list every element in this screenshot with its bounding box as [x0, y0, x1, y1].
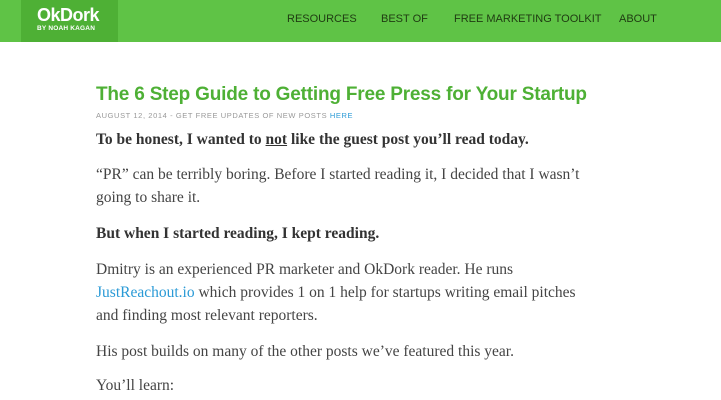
nav-item-free-marketing-toolkit[interactable]: FREE MARKETING TOOLKIT — [454, 12, 602, 26]
nav-item-about[interactable]: ABOUT — [619, 12, 657, 26]
updates-text: GET FREE UPDATES OF NEW POSTS — [175, 111, 330, 120]
header-bar: OkDork BY NOAH KAGAN RESOURCES BEST OF F… — [0, 0, 721, 42]
updates-link[interactable]: HERE — [330, 111, 353, 120]
paragraph-builds-on: His post builds on many of the other pos… — [96, 343, 514, 360]
intro-paragraph: To be honest, I wanted to not like the g… — [96, 128, 616, 151]
dmitry-line-3: and finding most relevant reporters. — [96, 307, 318, 324]
pr-line-2: going to share it. — [96, 189, 201, 206]
nav-item-resources[interactable]: RESOURCES — [287, 12, 357, 26]
paragraph-kept-reading: But when I started reading, I kept readi… — [96, 225, 380, 242]
article-meta: AUGUST 12, 2014 - GET FREE UPDATES OF NE… — [96, 111, 353, 121]
intro-text-start: To be honest, I wanted to — [96, 131, 266, 148]
main-nav: RESOURCES BEST OF FREE MARKETING TOOLKIT… — [0, 0, 721, 42]
justreachout-link[interactable]: JustReachout.io — [96, 284, 195, 301]
intro-emphasis: not — [265, 131, 288, 148]
article-title[interactable]: The 6 Step Guide to Getting Free Press f… — [96, 84, 587, 106]
post-date: AUGUST 12, 2014 — [96, 111, 168, 120]
paragraph-dmitry: Dmitry is an experienced PR marketer and… — [96, 258, 616, 327]
nav-item-best-of[interactable]: BEST OF — [381, 12, 428, 26]
dmitry-line-2: which provides 1 on 1 help for startups … — [194, 284, 576, 301]
dmitry-line-1: Dmitry is an experienced PR marketer and… — [96, 261, 514, 278]
paragraph-pr-boring: “PR” can be terribly boring. Before I st… — [96, 163, 616, 209]
paragraph-youll-learn: You’ll learn: — [96, 377, 175, 394]
meta-separator: - — [167, 111, 176, 120]
pr-line-1: “PR” can be terribly boring. Before I st… — [96, 166, 580, 183]
intro-text-end: like the guest post you’ll read today. — [287, 131, 529, 148]
